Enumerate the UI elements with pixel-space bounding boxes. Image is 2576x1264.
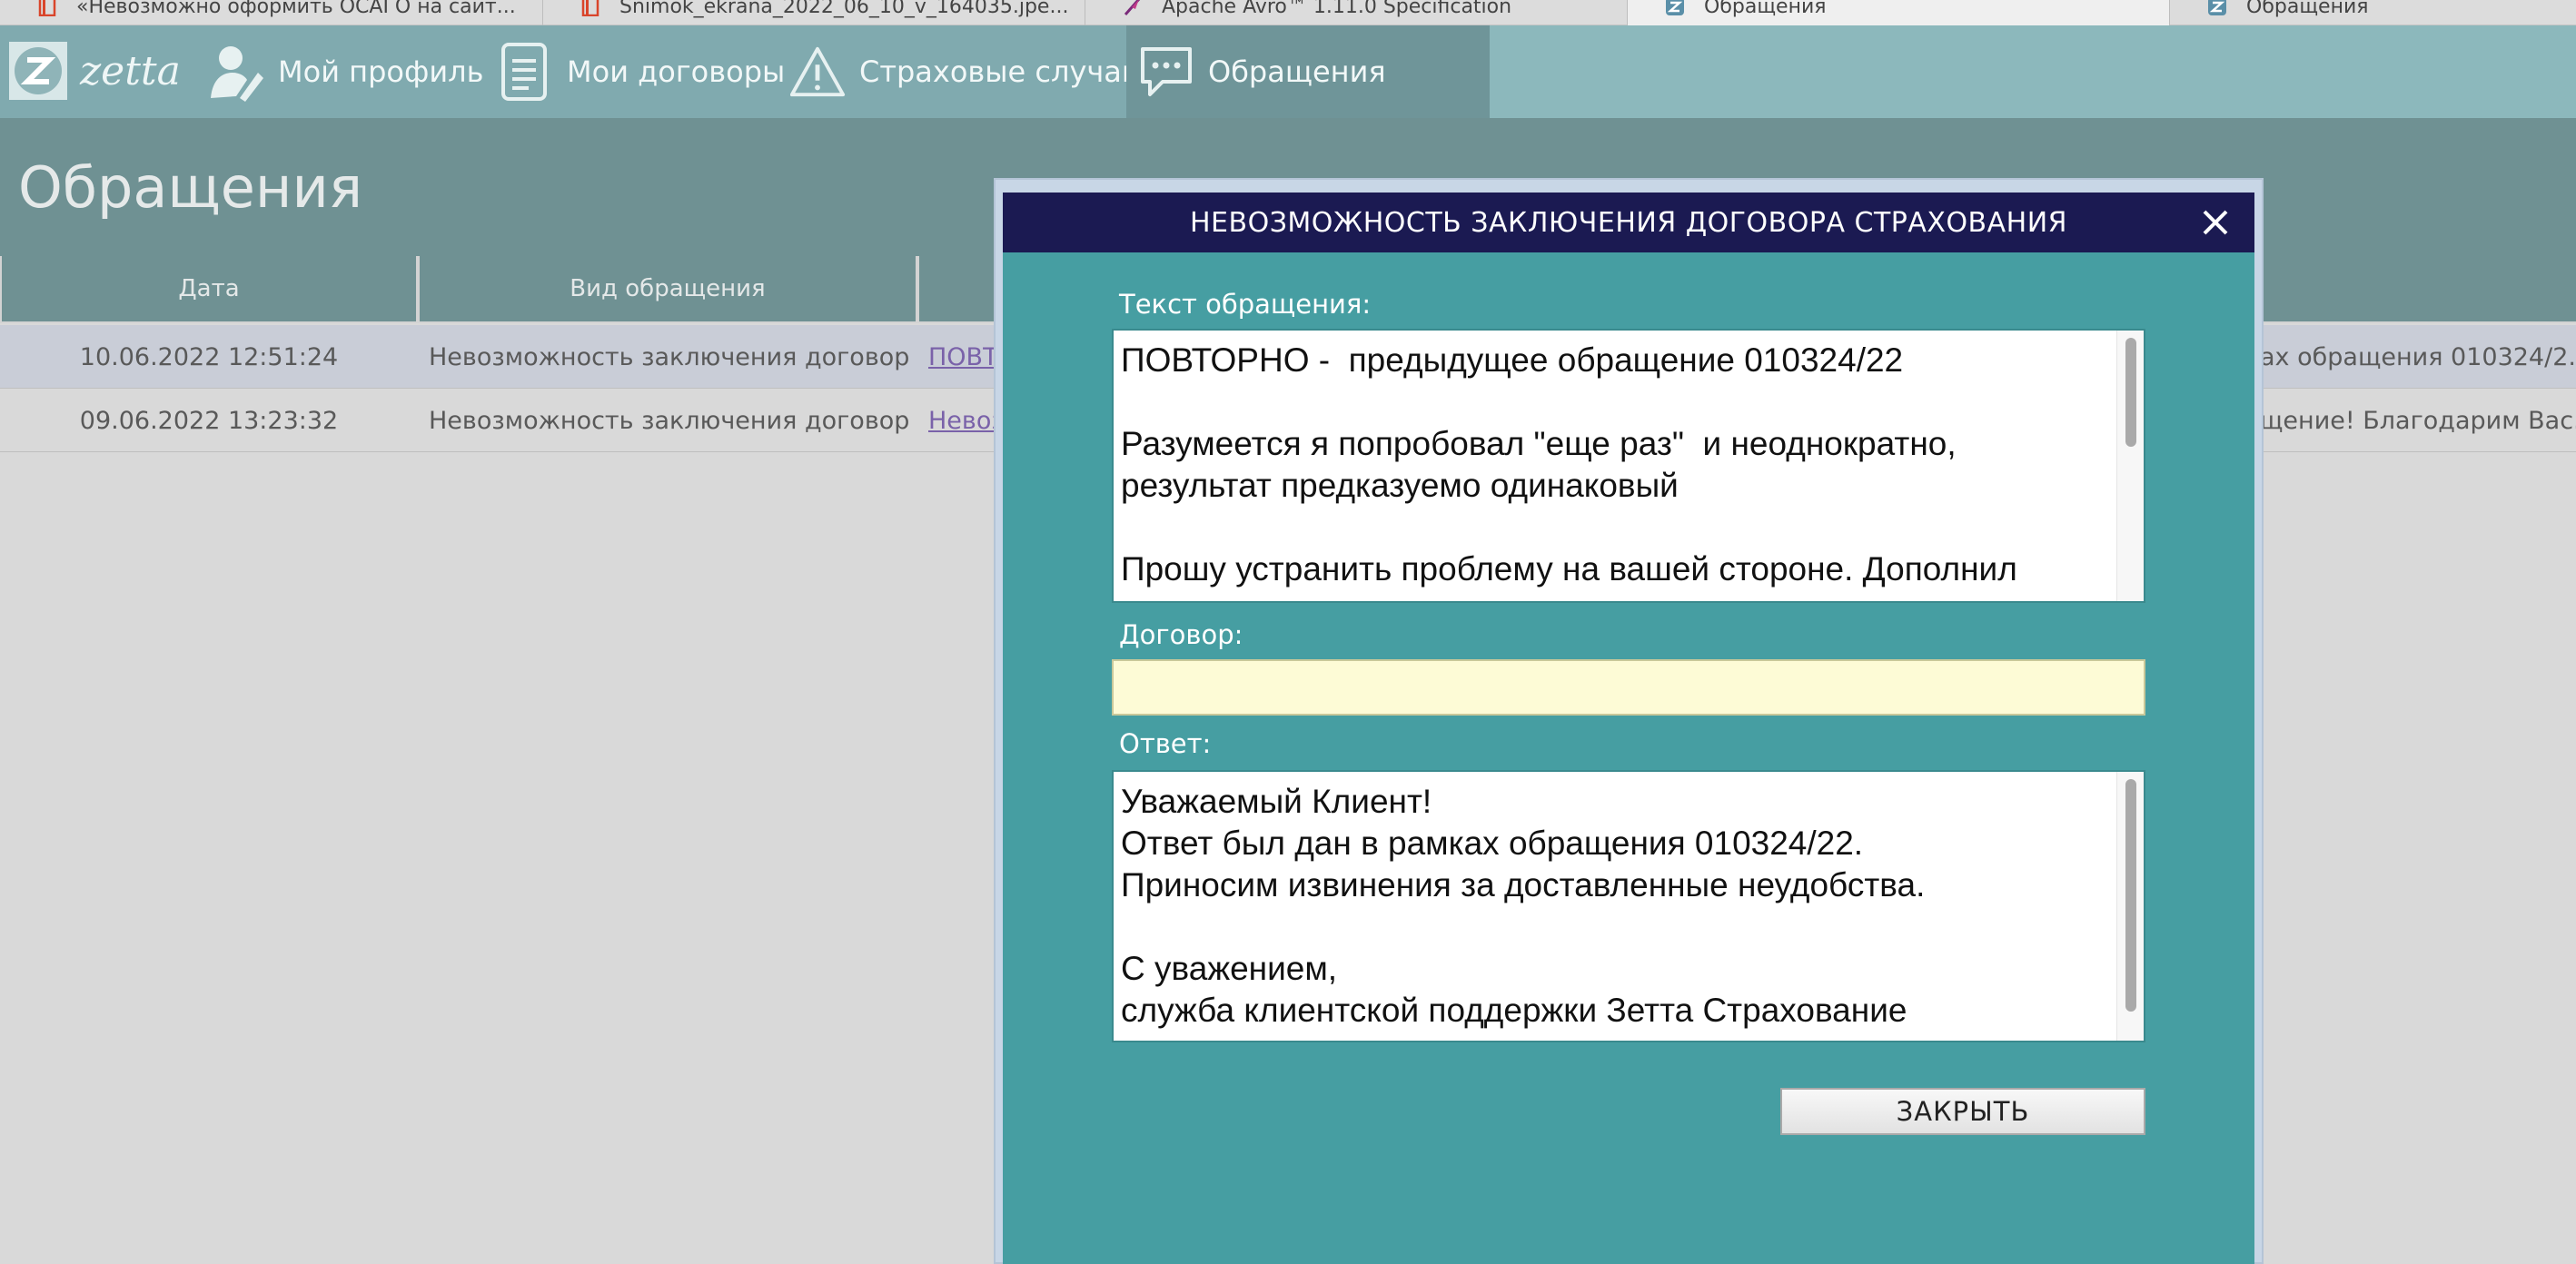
browser-tab-2[interactable]: Snimok_ekrana_2022_06_10_v_164035.jpe... <box>543 0 1085 25</box>
contract-field[interactable] <box>1112 659 2145 716</box>
nav-item-label: Мой профиль <box>278 54 484 89</box>
zetta-favicon-icon <box>2206 0 2228 17</box>
nav-item-label: Страховые случаи <box>859 54 1141 89</box>
app-nav-bar: zetta Мой профиль Мои договоры Страховые… <box>0 25 2576 118</box>
doc-red-icon <box>36 0 58 17</box>
request-scrollbar[interactable] <box>2116 331 2144 601</box>
profile-icon <box>207 40 265 104</box>
dialog-title-text: НЕВОЗМОЖНОСТЬ ЗАКЛЮЧЕНИЯ ДОГОВОРА СТРАХО… <box>1189 206 2068 239</box>
browser-tab-label: Apache Avro™ 1.11.0 Specification <box>1162 0 1512 18</box>
request-textarea[interactable]: ПОВТОРНО - предыдущее обращение 010324/2… <box>1112 329 2145 603</box>
logo-text: zetta <box>80 47 181 94</box>
dialog-title: НЕВОЗМОЖНОСТЬ ЗАКЛЮЧЕНИЯ ДОГОВОРА СТРАХО… <box>1003 193 2254 252</box>
zetta-logo[interactable]: zetta <box>7 40 181 102</box>
dialog-close-button[interactable] <box>2193 200 2238 245</box>
contract-label: Договор: <box>1119 619 1243 650</box>
close-button[interactable]: ЗАКРЫТЬ <box>1780 1088 2145 1135</box>
document-icon <box>496 40 554 104</box>
nav-item-contracts[interactable]: Мои договоры <box>496 25 785 118</box>
nav-item-insurance-cases[interactable]: Страховые случаи <box>788 25 1141 118</box>
scroll-thumb[interactable] <box>2125 779 2136 1012</box>
nav-item-label: Обращения <box>1208 54 1386 89</box>
browser-tab-label: Обращения <box>1704 0 1827 18</box>
browser-tab-strip: «Невозможно оформить ОСАГО на сайт... Sn… <box>0 0 2576 25</box>
nav-item-profile[interactable]: Мой профиль <box>207 25 483 118</box>
answer-text: Уважаемый Клиент! Ответ был дан в рамках… <box>1121 783 1926 1029</box>
browser-tab-1[interactable]: «Невозможно оформить ОСАГО на сайт... <box>0 0 543 25</box>
feather-icon <box>1122 0 1144 17</box>
browser-tab-label: «Невозможно оформить ОСАГО на сайт... <box>76 0 516 18</box>
nav-item-label: Мои договоры <box>567 54 786 89</box>
close-icon <box>2203 210 2228 235</box>
answer-label: Ответ: <box>1119 728 1212 759</box>
request-text: ПОВТОРНО - предыдущее обращение 010324/2… <box>1121 341 2017 588</box>
appeal-dialog: НЕВОЗМОЖНОСТЬ ЗАКЛЮЧЕНИЯ ДОГОВОРА СТРАХО… <box>1003 193 2254 1264</box>
browser-tab-5[interactable]: Обращения <box>2170 0 2576 25</box>
browser-tab-3[interactable]: Apache Avro™ 1.11.0 Specification <box>1085 0 1628 25</box>
browser-tab-label: Snimok_ekrana_2022_06_10_v_164035.jpe... <box>619 0 1069 18</box>
scroll-thumb[interactable] <box>2125 338 2136 447</box>
chat-icon <box>1137 40 1195 104</box>
answer-textarea[interactable]: Уважаемый Клиент! Ответ был дан в рамках… <box>1112 770 2145 1042</box>
zetta-favicon-icon <box>1664 0 1686 17</box>
request-text-label: Текст обращения: <box>1119 289 1372 320</box>
answer-scrollbar[interactable] <box>2116 772 2144 1041</box>
doc-red-icon <box>580 0 601 17</box>
browser-tab-4[interactable]: Обращения <box>1628 0 2170 25</box>
browser-tab-label: Обращения <box>2246 0 2369 18</box>
zetta-logo-icon <box>9 42 67 100</box>
nav-item-appeals[interactable]: Обращения <box>1126 25 1490 118</box>
warning-icon <box>788 40 847 104</box>
